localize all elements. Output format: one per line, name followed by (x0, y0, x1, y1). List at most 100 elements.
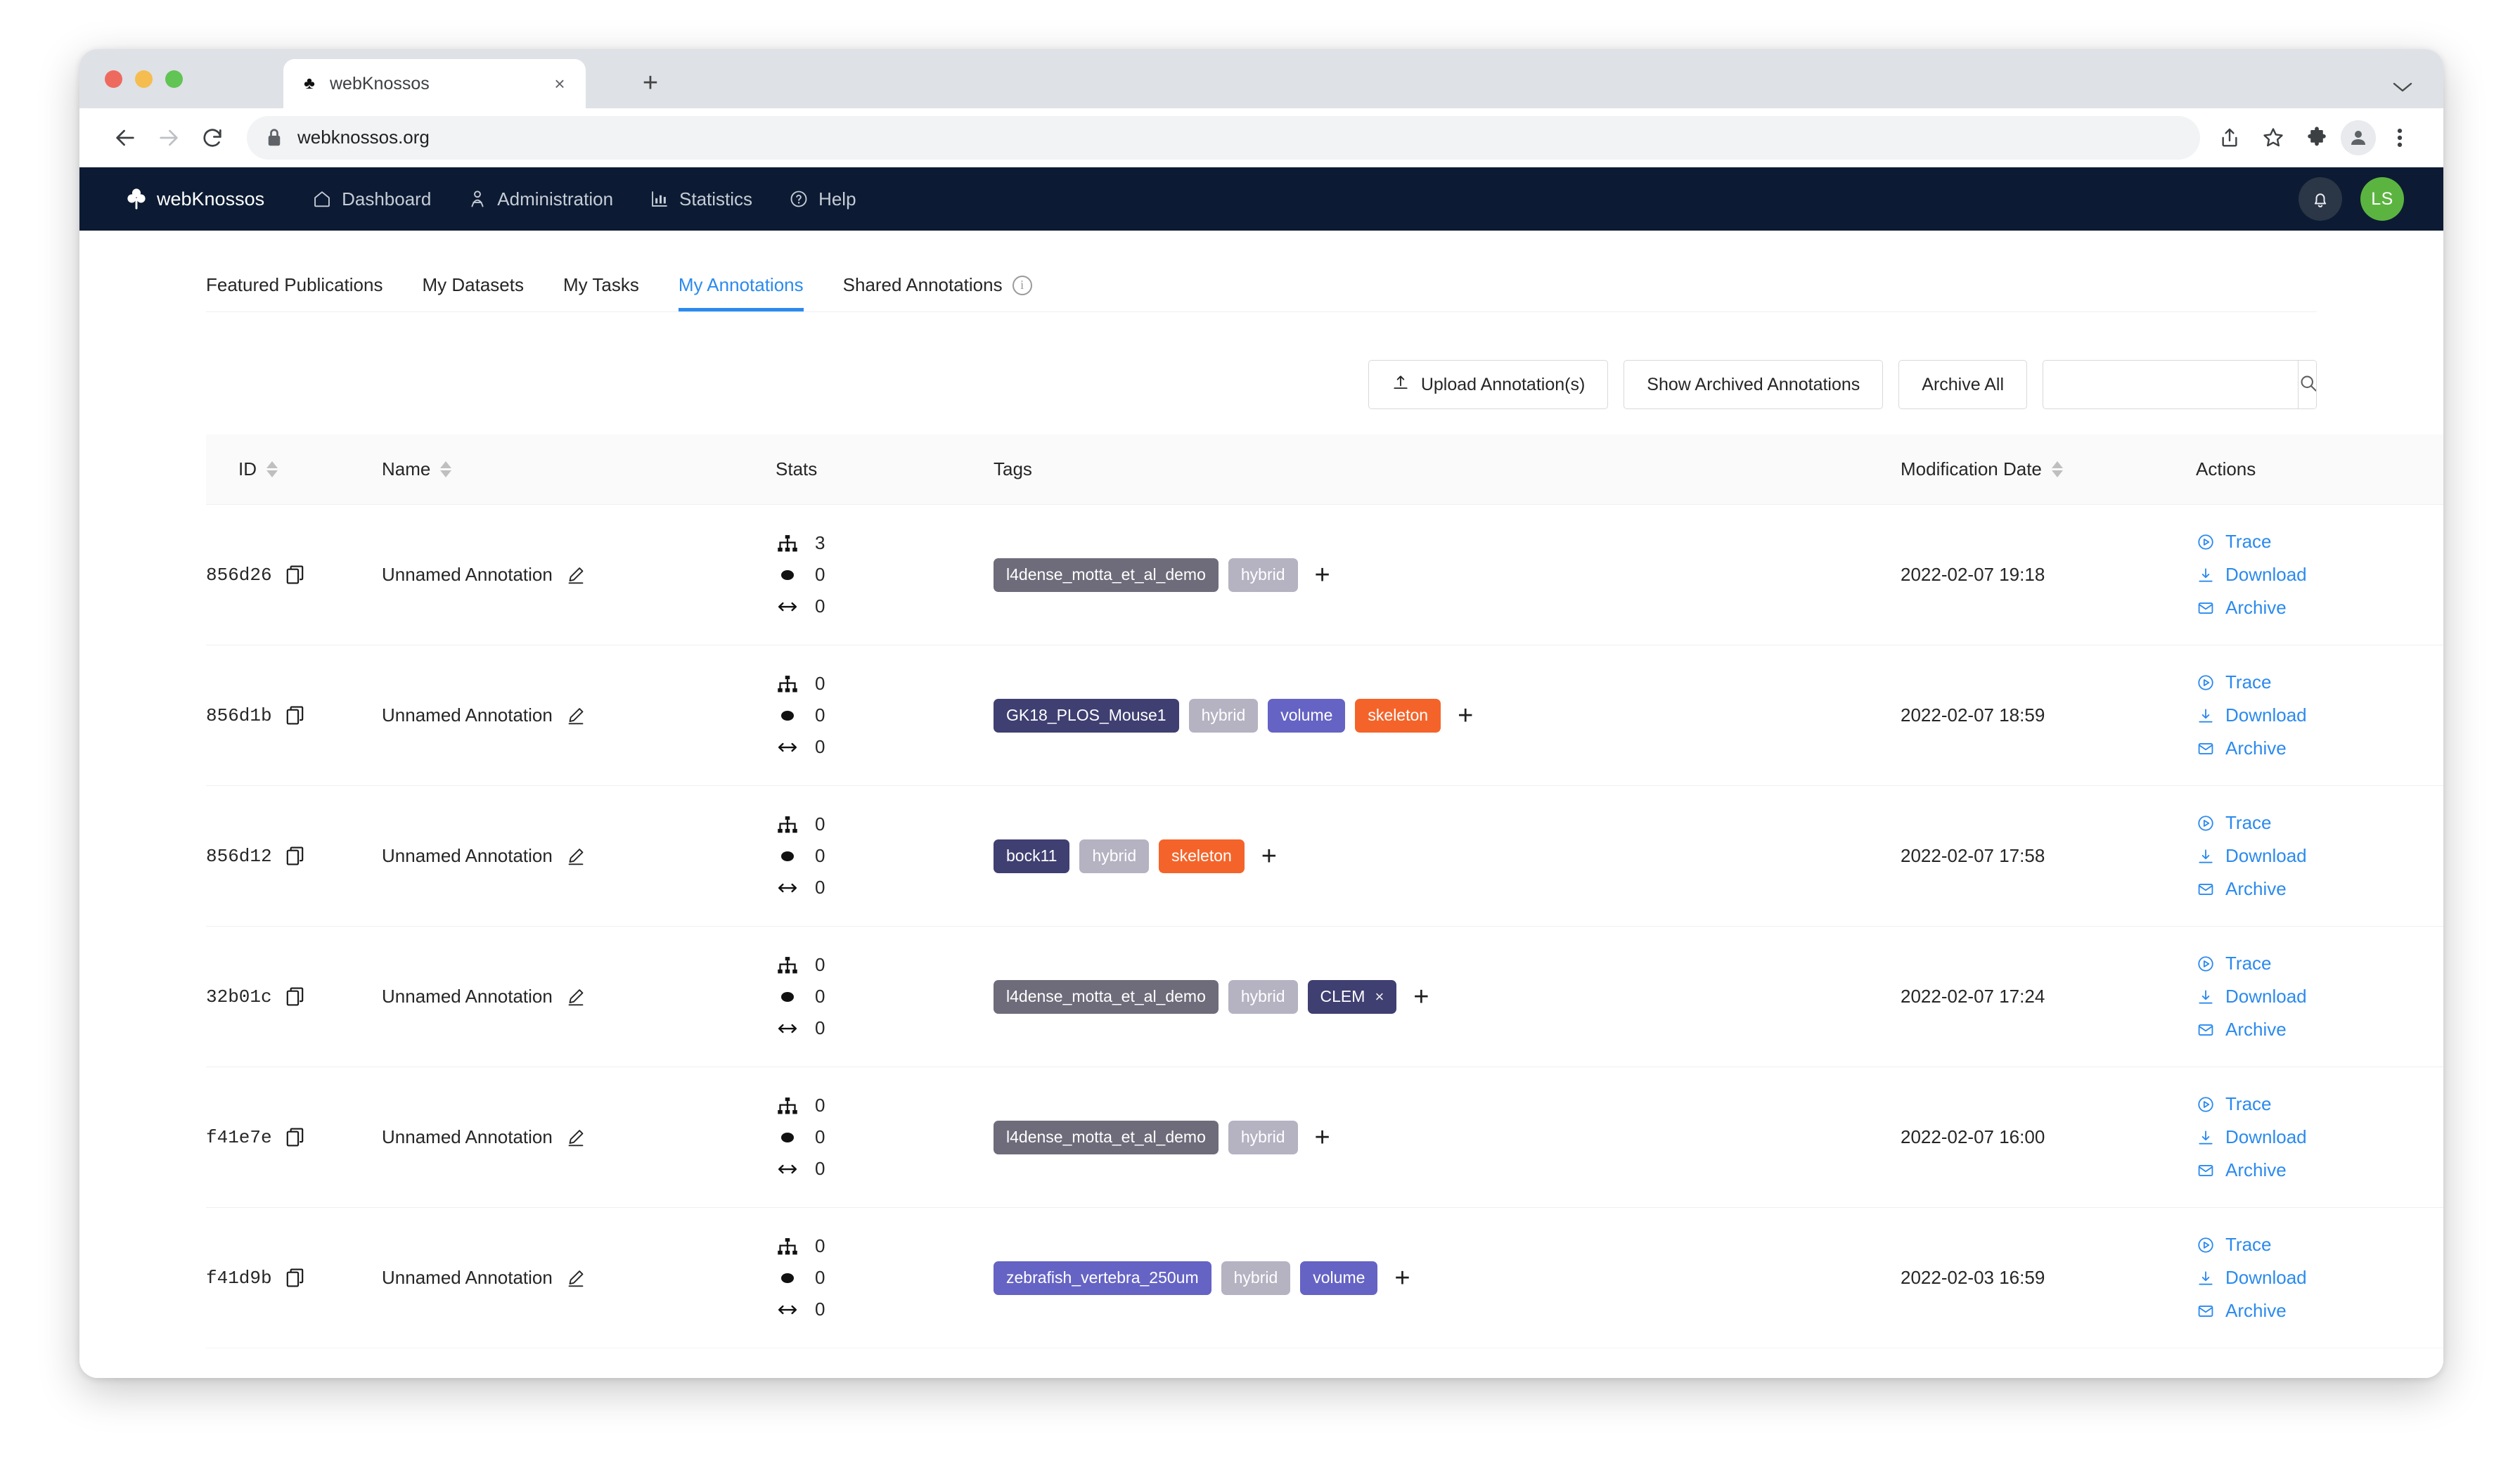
sort-icon[interactable] (440, 461, 452, 477)
edit-pencil-icon[interactable] (567, 707, 585, 725)
trace-action[interactable]: Trace (2196, 531, 2443, 553)
tab-my-tasks[interactable]: My Tasks (544, 274, 659, 311)
download-action[interactable]: Download (2196, 1267, 2443, 1289)
maximize-window-button[interactable] (165, 70, 183, 88)
copy-icon[interactable] (286, 1268, 304, 1288)
tag[interactable]: hybrid (1188, 698, 1259, 733)
tag[interactable]: volume (1268, 698, 1346, 733)
search-input[interactable] (2043, 361, 2298, 408)
edit-pencil-icon[interactable] (567, 566, 585, 584)
copy-icon[interactable] (286, 1127, 304, 1147)
add-tag-button[interactable]: + (1406, 984, 1429, 1010)
column-header-id[interactable]: ID (206, 434, 382, 505)
length-value: 0 (815, 595, 825, 617)
show-archived-annotations-button[interactable]: Show Archived Annotations (1624, 360, 1884, 409)
tab-label: Shared Annotations (842, 274, 1003, 295)
search-box[interactable] (2043, 360, 2317, 409)
tag[interactable]: l4dense_motta_et_al_demo (994, 1120, 1219, 1154)
close-icon[interactable]: × (1375, 988, 1384, 1006)
column-header-name[interactable]: Name (382, 434, 776, 505)
nav-item-dashboard[interactable]: Dashboard (294, 167, 449, 231)
minimize-window-button[interactable] (135, 70, 153, 88)
trace-action[interactable]: Trace (2196, 812, 2443, 834)
add-tag-button[interactable]: + (1387, 1265, 1410, 1292)
add-tag-button[interactable]: + (1308, 562, 1330, 588)
trace-action[interactable]: Trace (2196, 671, 2443, 693)
extensions-puzzle-icon[interactable] (2297, 118, 2336, 157)
sort-icon[interactable] (2051, 461, 2063, 477)
tag[interactable]: hybrid (1228, 558, 1298, 592)
close-window-button[interactable] (105, 70, 122, 88)
download-action[interactable]: Download (2196, 704, 2443, 726)
modification-date: 2022-02-07 17:58 (1901, 845, 2045, 866)
share-icon[interactable] (2210, 118, 2249, 157)
tag[interactable]: bock11 (994, 839, 1070, 873)
download-icon (2196, 988, 2216, 1006)
download-action[interactable]: Download (2196, 564, 2443, 586)
tag[interactable]: CLEM × (1307, 979, 1397, 1014)
add-tag-button[interactable]: + (1254, 843, 1277, 870)
tag[interactable]: hybrid (1221, 1261, 1291, 1295)
archive-action[interactable]: Archive (2196, 1019, 2443, 1041)
address-bar[interactable]: webknossos.org (247, 115, 2200, 160)
tag[interactable]: hybrid (1228, 1120, 1298, 1154)
trace-action[interactable]: Trace (2196, 1234, 2443, 1256)
archive-action[interactable]: Archive (2196, 738, 2443, 759)
tab-featured-publications[interactable]: Featured Publications (206, 274, 402, 311)
copy-icon[interactable] (286, 565, 304, 585)
tab-my-datasets[interactable]: My Datasets (402, 274, 544, 311)
back-button[interactable] (103, 116, 147, 160)
archive-action[interactable]: Archive (2196, 1159, 2443, 1181)
cell-stats: 0 0 0 (776, 1207, 994, 1348)
nav-item-statistics[interactable]: Statistics (631, 167, 771, 231)
new-tab-button[interactable]: + (635, 67, 666, 98)
notifications-bell-icon[interactable] (2299, 177, 2342, 221)
archive-action[interactable]: Archive (2196, 597, 2443, 619)
avatar[interactable]: LS (2360, 177, 2404, 221)
nav-item-help[interactable]: Help (771, 167, 874, 231)
copy-icon[interactable] (286, 846, 304, 866)
archive-action[interactable]: Archive (2196, 878, 2443, 900)
tag[interactable]: skeleton (1355, 698, 1441, 733)
browser-tab[interactable]: ♣ webKnossos × (283, 59, 586, 108)
nav-item-administration[interactable]: Administration (449, 167, 631, 231)
add-tag-button[interactable]: + (1308, 1124, 1330, 1151)
tab-shared-annotations[interactable]: Shared Annotations i (823, 274, 1052, 311)
tag[interactable]: hybrid (1228, 979, 1298, 1014)
archive-all-button[interactable]: Archive All (1898, 360, 2027, 409)
sort-icon[interactable] (266, 461, 278, 477)
forward-button[interactable] (147, 116, 191, 160)
tag[interactable]: hybrid (1079, 839, 1150, 873)
upload-annotations-button[interactable]: Upload Annotation(s) (1368, 360, 1609, 409)
edit-pencil-icon[interactable] (567, 988, 585, 1006)
tag[interactable]: l4dense_motta_et_al_demo (994, 979, 1219, 1014)
download-action[interactable]: Download (2196, 845, 2443, 867)
archive-action[interactable]: Archive (2196, 1300, 2443, 1322)
tag[interactable]: zebrafish_vertebra_250um (994, 1261, 1211, 1295)
edit-pencil-icon[interactable] (567, 1128, 585, 1147)
download-action[interactable]: Download (2196, 1126, 2443, 1148)
bookmark-star-icon[interactable] (2254, 118, 2293, 157)
tag[interactable]: volume (1300, 1261, 1378, 1295)
copy-icon[interactable] (286, 705, 304, 726)
nav-brand-webknossos[interactable]: webKnossos (126, 167, 294, 231)
profile-avatar-icon[interactable] (2341, 120, 2376, 155)
edit-pencil-icon[interactable] (567, 847, 585, 865)
search-button[interactable] (2298, 361, 2316, 408)
reload-button[interactable] (191, 116, 234, 160)
download-action[interactable]: Download (2196, 986, 2443, 1007)
tab-my-annotations[interactable]: My Annotations (659, 274, 823, 311)
chevron-down-icon[interactable] (2393, 77, 2412, 97)
close-icon[interactable]: × (549, 73, 570, 94)
edit-pencil-icon[interactable] (567, 1269, 585, 1287)
column-header-modification-date[interactable]: Modification Date (1901, 434, 2196, 505)
trace-action[interactable]: Trace (2196, 953, 2443, 974)
tag[interactable]: GK18_PLOS_Mouse1 (994, 698, 1179, 733)
trace-action[interactable]: Trace (2196, 1093, 2443, 1115)
browser-menu-icon[interactable] (2380, 118, 2419, 157)
add-tag-button[interactable]: + (1451, 702, 1473, 729)
copy-icon[interactable] (286, 986, 304, 1007)
info-icon[interactable]: i (1012, 275, 1032, 295)
tag[interactable]: skeleton (1159, 839, 1245, 873)
tag[interactable]: l4dense_motta_et_al_demo (994, 558, 1219, 592)
